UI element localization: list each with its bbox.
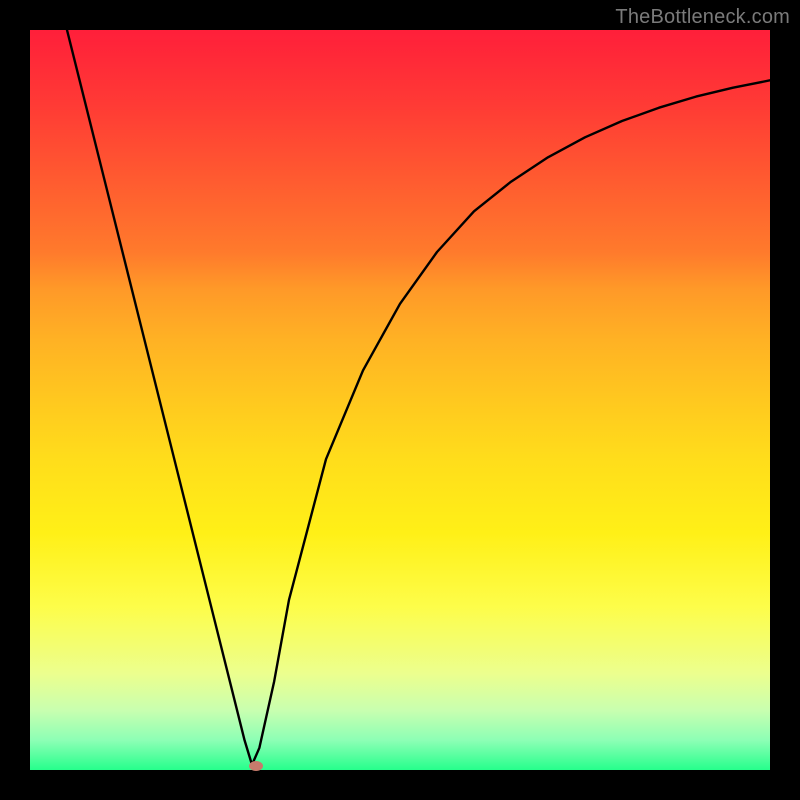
plot-area bbox=[30, 30, 770, 770]
chart-container: TheBottleneck.com bbox=[0, 0, 800, 800]
curve-svg bbox=[30, 30, 770, 770]
watermark-text: TheBottleneck.com bbox=[615, 6, 790, 29]
optimum-marker bbox=[249, 761, 263, 771]
bottleneck-curve bbox=[67, 30, 770, 765]
